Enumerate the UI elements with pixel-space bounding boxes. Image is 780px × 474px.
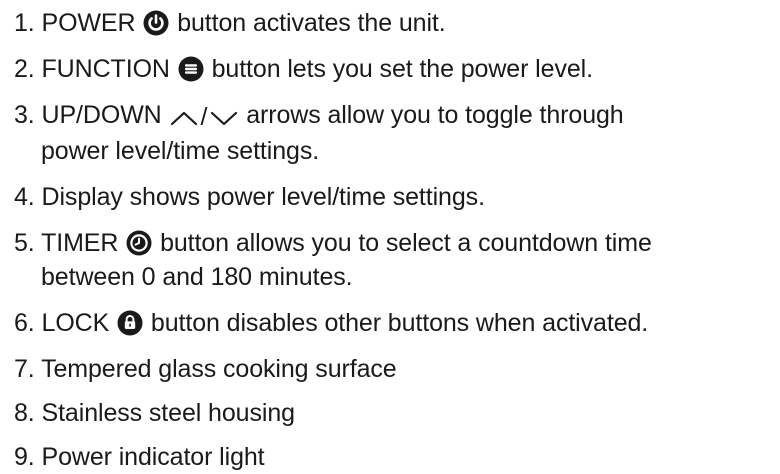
lock-icon: [117, 310, 143, 336]
item-number: 7.: [14, 355, 35, 383]
item-text: button activates the unit.: [177, 9, 446, 37]
menu-icon: [178, 56, 204, 82]
item-text: arrows allow you to toggle through: [246, 101, 624, 129]
item-text: Display shows power level/time settings.: [41, 183, 486, 211]
up-arrow-icon: [170, 112, 197, 126]
item-number: 4.: [14, 183, 35, 211]
item-label: LOCK: [41, 309, 110, 337]
power-icon: [143, 10, 169, 36]
list-item-up-down: 3. UP/DOWN / arrows allow you to toggle …: [14, 98, 780, 168]
item-number: 1.: [14, 9, 35, 37]
item-number: 2.: [14, 55, 35, 83]
up-down-arrows-icon: /: [169, 100, 240, 134]
list-item-display: 4. Display shows power level/time settin…: [14, 180, 780, 214]
list-item-housing: 8. Stainless steel housing: [14, 396, 780, 430]
item-number: 6.: [14, 309, 35, 337]
item-number: 8.: [14, 399, 35, 427]
item-text: button disables other buttons when activ…: [150, 309, 649, 337]
item-text-continued: power level/time settings.: [41, 137, 320, 165]
instruction-list: 1. POWER button activates the unit. 2. F…: [0, 0, 780, 474]
item-text: Power indicator light: [41, 443, 265, 471]
item-label: UP/DOWN: [41, 101, 162, 129]
item-number: 3.: [14, 101, 35, 129]
down-arrow-icon: [211, 112, 238, 126]
list-item-lock: 6. LOCK button disables other buttons wh…: [14, 306, 780, 340]
item-label: FUNCTION: [41, 55, 170, 83]
item-text: Stainless steel housing: [41, 399, 296, 427]
list-item-indicator: 9. Power indicator light: [14, 440, 780, 474]
list-item-timer: 5. TIMER button allows you to select a c…: [14, 226, 780, 294]
item-text: Tempered glass cooking surface: [41, 355, 397, 383]
list-item-glass: 7. Tempered glass cooking surface: [14, 352, 780, 386]
list-item-power: 1. POWER button activates the unit.: [14, 6, 780, 40]
list-item-function: 2. FUNCTION button lets you set the powe…: [14, 52, 780, 86]
item-label: POWER: [41, 9, 136, 37]
item-text: button allows you to select a countdown …: [160, 229, 652, 257]
item-text: button lets you set the power level.: [211, 55, 593, 83]
item-number: 9.: [14, 443, 35, 471]
item-number: 5.: [14, 229, 35, 257]
clock-icon: [126, 230, 152, 256]
item-label: TIMER: [41, 229, 119, 257]
item-text-continued: between 0 and 180 minutes.: [41, 263, 353, 291]
